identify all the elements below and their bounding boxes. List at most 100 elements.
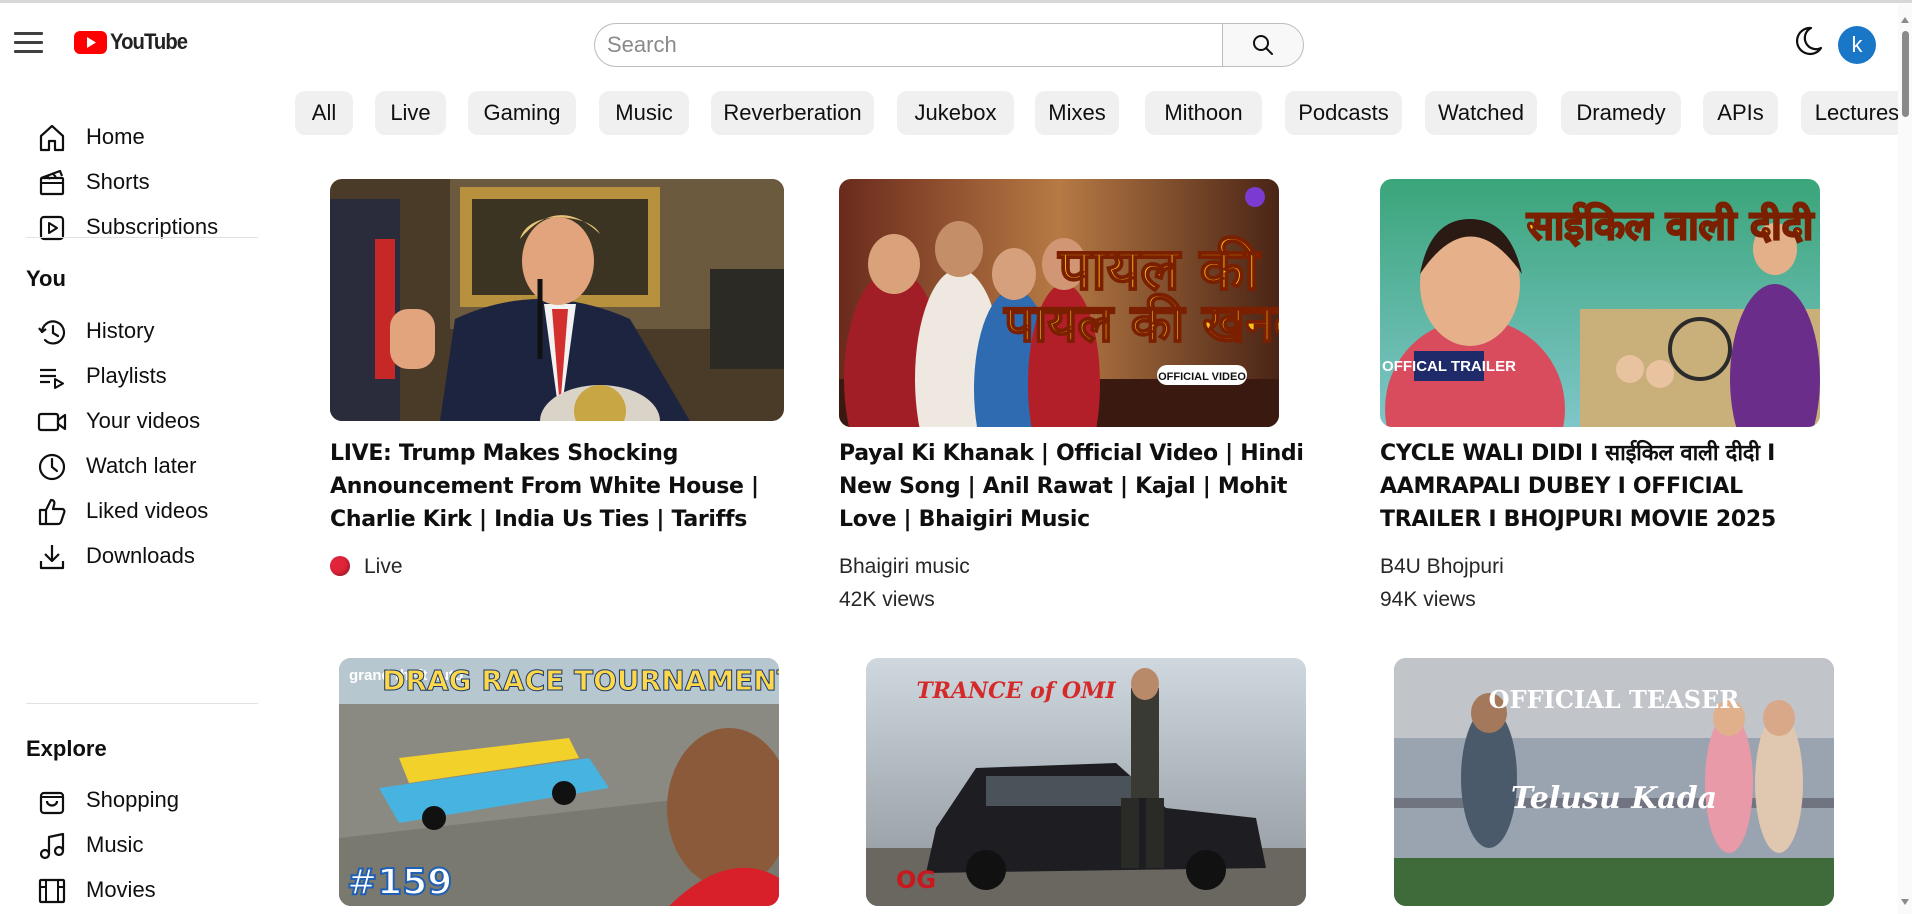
sidebar-item-label: History: [86, 318, 155, 343]
thumbnail-badge: #159: [347, 862, 452, 903]
chip-live[interactable]: Live: [375, 91, 446, 135]
sidebar-item-label: Watch later: [86, 453, 197, 478]
sidebar-heading-explore: Explore: [26, 736, 107, 761]
shopping-icon: [39, 791, 65, 815]
sidebar-item-label: Downloads: [86, 543, 195, 568]
watch-later-icon: [38, 453, 66, 481]
chip-lectures[interactable]: Lectures: [1801, 91, 1898, 135]
channel-name[interactable]: B4U Bhojpuri: [1380, 550, 1504, 583]
logo-text: YouTube: [110, 29, 188, 54]
thumbnail-badge: Telusu Kada: [1511, 781, 1717, 816]
thumbnail-badge: OFFICAL TRAILER: [1382, 358, 1516, 375]
chip-apis[interactable]: APIs: [1703, 91, 1778, 135]
svg-text:पायल की: पायल की: [1058, 235, 1262, 303]
filter-chip-bar: All Live Gaming Music Reverberation Juke…: [295, 91, 1898, 137]
sidebar-divider: [26, 703, 258, 704]
music-icon: [39, 832, 65, 860]
download-icon: [39, 545, 65, 570]
chip-music[interactable]: Music: [599, 91, 689, 135]
video-thumbnail[interactable]: grand theft auto DRAG RACE TOURNAMENT #1…: [339, 658, 779, 906]
video-thumbnail[interactable]: साईकिल वाली दीदी OFFICAL TRAILER: [1380, 179, 1820, 427]
thumbnail-image: [330, 179, 784, 421]
video-card[interactable]: LIVE: Trump Makes Shocking Announcement …: [330, 179, 800, 619]
moon-icon[interactable]: [1791, 24, 1825, 58]
thumbnail-title-text: पायल की खनक: [1003, 293, 1279, 354]
sidebar: Home Shorts Subscriptions You History Pl…: [0, 106, 270, 914]
sidebar-item-history[interactable]: History: [0, 305, 258, 355]
thumbnail-image: TRANCE of OMI OG: [866, 658, 1306, 906]
shorts-icon: [39, 169, 65, 196]
page-scrollbar[interactable]: [1898, 3, 1912, 914]
scroll-down-arrow-icon[interactable]: [1901, 899, 1909, 905]
chip-mithoon[interactable]: Mithoon: [1145, 91, 1262, 135]
menu-icon[interactable]: [14, 28, 44, 56]
video-thumbnail[interactable]: पायल की पायल की खनक OFFICIAL VIDEO: [839, 179, 1279, 427]
sidebar-heading-you[interactable]: You: [26, 266, 66, 292]
chip-gaming[interactable]: Gaming: [468, 91, 576, 135]
thumbnail-title-text: DRAG RACE TOURNAMENT: [382, 664, 779, 697]
chip-jukebox[interactable]: Jukebox: [897, 91, 1014, 135]
sidebar-item-shorts[interactable]: Shorts: [0, 156, 258, 206]
chip-watched[interactable]: Watched: [1425, 91, 1537, 135]
sidebar-item-label: Shorts: [86, 169, 150, 194]
channel-name[interactable]: Bhaigiri music: [839, 550, 970, 583]
thumbnail-image: grand theft auto DRAG RACE TOURNAMENT #1…: [339, 658, 779, 906]
chip-dramedy[interactable]: Dramedy: [1561, 91, 1681, 135]
chip-mixes[interactable]: Mixes: [1035, 91, 1119, 135]
sidebar-item-liked-videos[interactable]: Liked videos: [0, 485, 258, 535]
sidebar-item-subscriptions[interactable]: Subscriptions: [0, 201, 258, 251]
live-status: Live: [330, 550, 403, 583]
view-count: 42K views: [839, 588, 935, 611]
sidebar-item-movies[interactable]: Movies: [0, 864, 258, 914]
thumbnail-badge: OFFICIAL VIDEO: [1158, 371, 1246, 383]
view-count: 94K views: [1380, 588, 1476, 611]
thumbnail-title-text: TRANCE of OMI: [916, 678, 1116, 704]
youtube-logo[interactable]: YouTube: [74, 29, 194, 55]
sidebar-item-shopping[interactable]: Shopping: [0, 774, 258, 824]
search-input[interactable]: [594, 23, 1222, 67]
movies-icon: [38, 878, 66, 904]
your-videos-icon: [37, 412, 67, 432]
sidebar-item-watch-later[interactable]: Watch later: [0, 440, 258, 490]
scroll-thumb[interactable]: [1902, 31, 1909, 117]
video-card[interactable]: OFFICIAL TEASER Telusu Kada: [1394, 658, 1834, 908]
sidebar-item-your-videos[interactable]: Your videos: [0, 395, 258, 445]
search-button[interactable]: [1222, 23, 1304, 67]
home-icon: [39, 124, 65, 152]
video-title[interactable]: CYCLE WALI DIDI I साईकिल वाली दीदी I AAM…: [1380, 437, 1850, 536]
search-bar: [594, 23, 1304, 67]
video-card[interactable]: साईकिल वाली दीदी OFFICAL TRAILER CYCLE W…: [1380, 179, 1850, 619]
youtube-play-icon: [74, 30, 107, 54]
sidebar-item-downloads[interactable]: Downloads: [0, 530, 258, 580]
sidebar-item-label: Shopping: [86, 787, 179, 812]
chip-all[interactable]: All: [295, 91, 353, 135]
chip-reverberation[interactable]: Reverberation: [711, 91, 874, 135]
masthead: YouTube k: [0, 3, 1900, 83]
sidebar-item-home[interactable]: Home: [0, 111, 258, 161]
live-dot-icon: [330, 556, 350, 576]
video-thumbnail[interactable]: [330, 179, 784, 421]
avatar[interactable]: k: [1838, 26, 1876, 64]
thumbnail-title-text: OFFICIAL TEASER: [1489, 685, 1741, 714]
video-title[interactable]: LIVE: Trump Makes Shocking Announcement …: [330, 437, 800, 536]
sidebar-item-label: Playlists: [86, 363, 167, 388]
sidebar-item-music[interactable]: Music: [0, 819, 258, 869]
chip-podcasts[interactable]: Podcasts: [1285, 91, 1402, 135]
video-card[interactable]: पायल की पायल की खनक OFFICIAL VIDEO Payal…: [839, 179, 1309, 619]
subscriptions-icon: [39, 215, 65, 241]
sidebar-item-label: Liked videos: [86, 498, 209, 523]
thumbnail-title-text: साईकिल वाली दीदी: [1526, 202, 1815, 249]
playlists-icon: [40, 368, 64, 389]
sidebar-item-label: Music: [86, 832, 144, 857]
video-card[interactable]: grand theft auto DRAG RACE TOURNAMENT #1…: [339, 658, 779, 908]
video-title[interactable]: Payal Ki Khanak | Official Video | Hindi…: [839, 437, 1309, 536]
video-thumbnail[interactable]: OFFICIAL TEASER Telusu Kada: [1394, 658, 1834, 906]
video-card[interactable]: TRANCE of OMI OG: [866, 658, 1306, 908]
video-thumbnail[interactable]: TRANCE of OMI OG: [866, 658, 1306, 906]
sidebar-divider: [26, 237, 258, 238]
thumbnail-image: पायल की पायल की खनक OFFICIAL VIDEO: [839, 179, 1279, 427]
sidebar-item-playlists[interactable]: Playlists: [0, 350, 258, 400]
thumbnail-image: OFFICIAL TEASER Telusu Kada: [1394, 658, 1834, 906]
thumbnail-image: साईकिल वाली दीदी OFFICAL TRAILER: [1380, 179, 1820, 427]
scroll-up-arrow-icon[interactable]: [1901, 17, 1909, 23]
